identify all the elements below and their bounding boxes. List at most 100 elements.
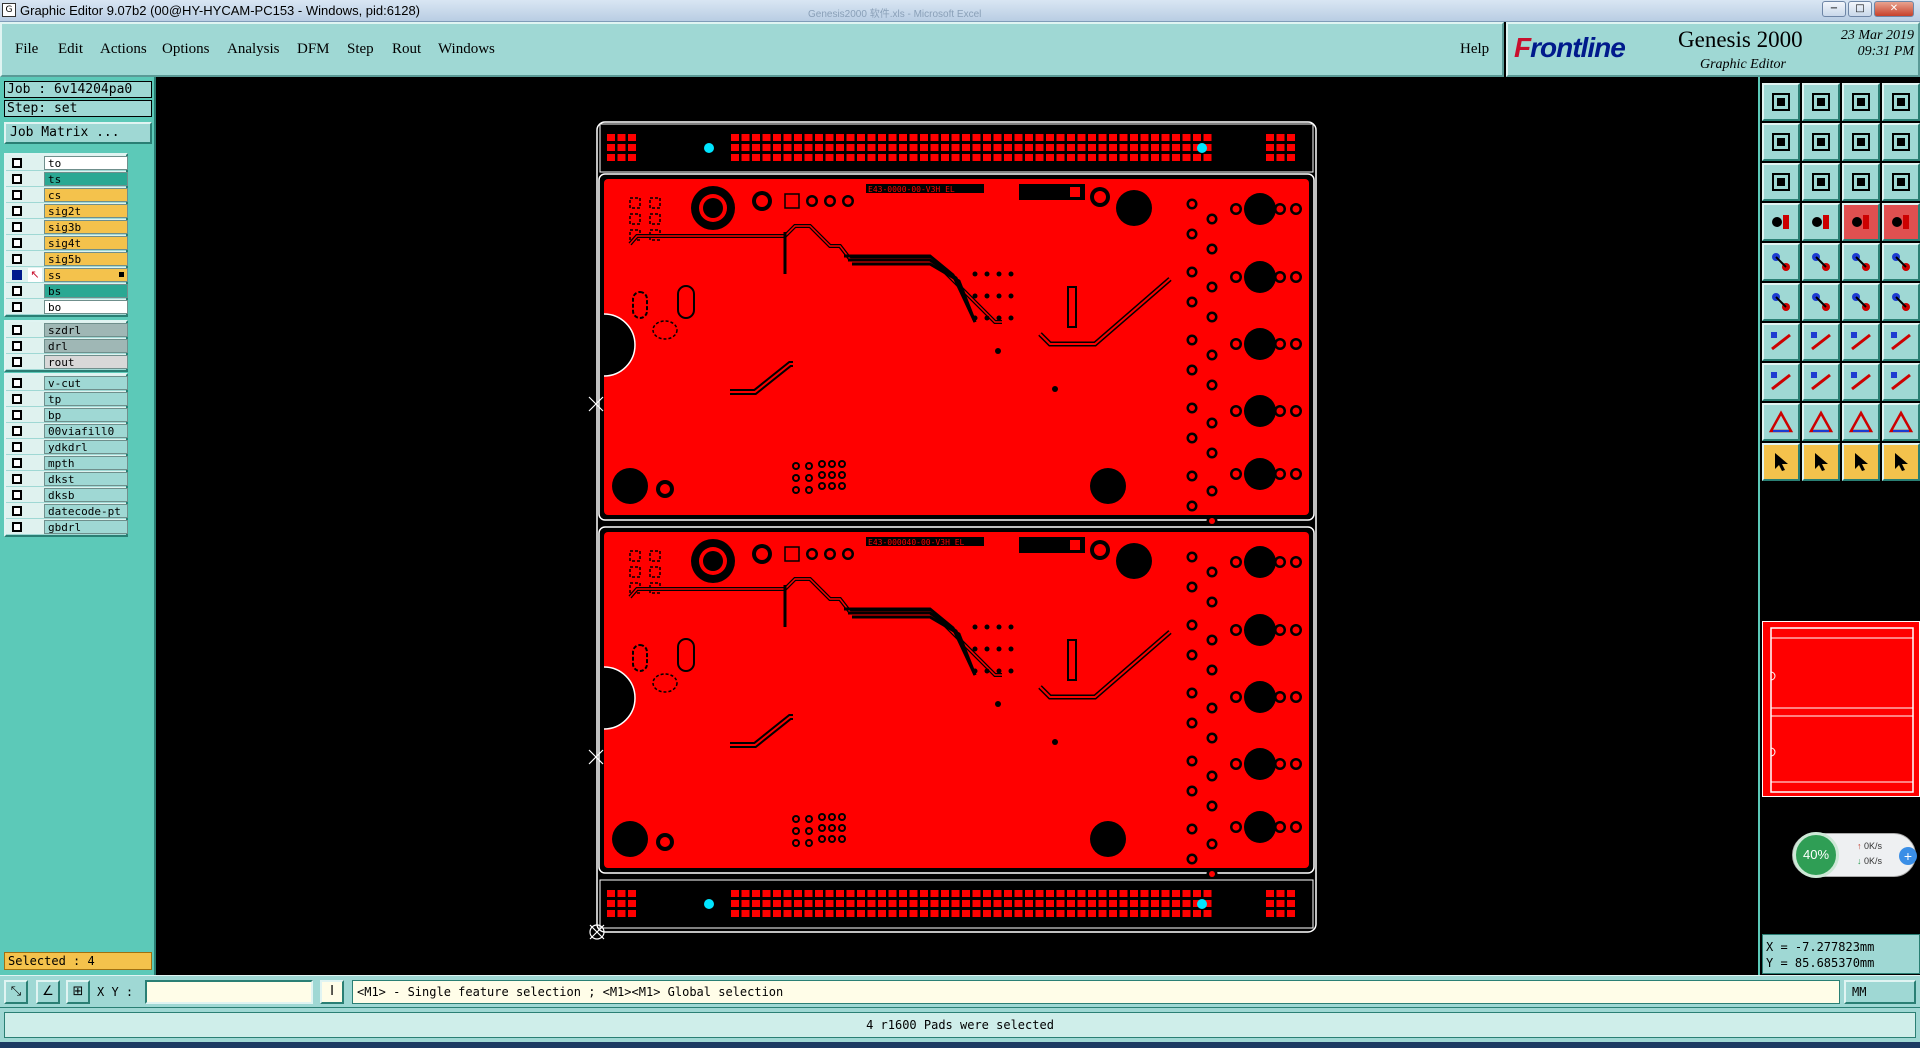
- layer-row-ts[interactable]: ts: [6, 171, 128, 187]
- menu-help[interactable]: Help: [1460, 41, 1489, 58]
- layer-checkbox[interactable]: [12, 286, 22, 296]
- layer-row-bp[interactable]: bp: [6, 407, 128, 423]
- menu-windows[interactable]: Windows: [438, 41, 495, 58]
- layer-row-drl[interactable]: drl: [6, 338, 128, 354]
- help-icon[interactable]: [1882, 163, 1920, 201]
- layer-row-v-cut[interactable]: v-cut: [6, 375, 128, 391]
- cursor2-icon[interactable]: [1802, 443, 1840, 481]
- layer-checkbox[interactable]: [12, 490, 22, 500]
- close-button[interactable]: ✕: [1874, 1, 1914, 17]
- menu-edit[interactable]: Edit: [58, 41, 83, 58]
- step-in-icon[interactable]: [1762, 123, 1800, 161]
- layer-name[interactable]: cs: [44, 188, 128, 202]
- layer-name[interactable]: drl: [44, 339, 128, 353]
- cursor4-icon[interactable]: [1882, 443, 1920, 481]
- connect-icon[interactable]: [1762, 283, 1800, 321]
- layer-row-ss[interactable]: ↖ ss: [6, 267, 128, 283]
- layer-name[interactable]: ss: [44, 268, 128, 282]
- layer-checkbox[interactable]: [12, 410, 22, 420]
- cursor-icon[interactable]: [1762, 443, 1800, 481]
- pcb-panel-view[interactable]: E43-0000-00-V3H EL E43-000040-00-V3H EL: [156, 77, 1758, 975]
- layer-checkbox[interactable]: [12, 222, 22, 232]
- menu-options[interactable]: Options: [162, 41, 210, 58]
- layer-row-cs[interactable]: cs: [6, 187, 128, 203]
- poly3-icon[interactable]: [1842, 403, 1880, 441]
- layer-name[interactable]: dksb: [44, 488, 128, 502]
- layer-name[interactable]: v-cut: [44, 376, 128, 390]
- step-out-icon[interactable]: [1802, 123, 1840, 161]
- units-selector[interactable]: MM: [1844, 980, 1916, 1004]
- layers-red-icon[interactable]: [1842, 203, 1880, 241]
- layer-row-dkst[interactable]: dkst: [6, 471, 128, 487]
- info-icon[interactable]: I: [320, 980, 344, 1004]
- menu-actions[interactable]: Actions: [100, 41, 147, 58]
- layers-red2-icon[interactable]: [1882, 203, 1920, 241]
- layer-checkbox[interactable]: [12, 254, 22, 264]
- layer-row-sig4t[interactable]: sig4t: [6, 235, 128, 251]
- layer-name[interactable]: rout: [44, 355, 128, 369]
- layer-name[interactable]: sig5b: [44, 252, 128, 266]
- layer-row-gbdrl[interactable]: gbdrl: [6, 519, 128, 535]
- layer-row-szdrl[interactable]: szdrl: [6, 322, 128, 338]
- layer-row-sig2t[interactable]: sig2t: [6, 203, 128, 219]
- layer-checkbox[interactable]: [12, 341, 22, 351]
- add-shape-icon[interactable]: [1802, 243, 1840, 281]
- layer-checkbox[interactable]: [12, 378, 22, 388]
- fit-icon[interactable]: [1762, 163, 1800, 201]
- layer-checkbox[interactable]: [12, 174, 22, 184]
- arc-icon[interactable]: [1842, 323, 1880, 361]
- layer-row-datecode-pt[interactable]: datecode-pt: [6, 503, 128, 519]
- network-plus-icon[interactable]: +: [1899, 847, 1917, 865]
- poly1-icon[interactable]: [1762, 403, 1800, 441]
- copy-icon[interactable]: [1762, 363, 1800, 401]
- layer-row-sig3b[interactable]: sig3b: [6, 219, 128, 235]
- redraw-icon[interactable]: [1882, 123, 1920, 161]
- layer-row-dksb[interactable]: dksb: [6, 487, 128, 503]
- layer-name[interactable]: bs: [44, 284, 128, 298]
- layer-name[interactable]: bo: [44, 300, 128, 314]
- layer-name[interactable]: gbdrl: [44, 520, 128, 534]
- grid-icon[interactable]: ⊞: [66, 980, 90, 1004]
- layer-name[interactable]: bp: [44, 408, 128, 422]
- move-icon[interactable]: [1842, 283, 1880, 321]
- layer-checkbox[interactable]: [12, 302, 22, 312]
- layer-checkbox[interactable]: [12, 190, 22, 200]
- menu-dfm[interactable]: DFM: [297, 41, 330, 58]
- select-icon[interactable]: [1882, 283, 1920, 321]
- delete-icon[interactable]: [1802, 283, 1840, 321]
- menu-analysis[interactable]: Analysis: [227, 41, 280, 58]
- layer-checkbox[interactable]: [12, 458, 22, 468]
- graphic-canvas[interactable]: E43-0000-00-V3H EL E43-000040-00-V3H EL: [156, 77, 1758, 975]
- layer-checkbox[interactable]: [12, 325, 22, 335]
- layer-props-icon[interactable]: [1762, 203, 1800, 241]
- layer-name[interactable]: dkst: [44, 472, 128, 486]
- measure-icon[interactable]: [1842, 363, 1880, 401]
- menu-file[interactable]: File: [15, 41, 38, 58]
- layer-checkbox[interactable]: [12, 206, 22, 216]
- menu-step[interactable]: Step: [347, 41, 374, 58]
- layer-row-rout[interactable]: rout: [6, 354, 128, 370]
- layer-checkbox[interactable]: [12, 158, 22, 168]
- layer-checkbox[interactable]: [12, 357, 22, 367]
- layer-row-ydkdrl[interactable]: ydkdrl: [6, 439, 128, 455]
- poly4-icon[interactable]: [1882, 403, 1920, 441]
- snap-icon[interactable]: [1802, 203, 1840, 241]
- layer-checkbox[interactable]: [12, 522, 22, 532]
- layer-name[interactable]: to: [44, 156, 128, 170]
- ruler-icon[interactable]: [1842, 243, 1880, 281]
- layer-row-00viafill0[interactable]: 00viafill0: [6, 423, 128, 439]
- layer-checkbox[interactable]: [12, 394, 22, 404]
- layer-row-to[interactable]: to: [6, 155, 128, 171]
- layer-name[interactable]: szdrl: [44, 323, 128, 337]
- zoom-area-icon[interactable]: ⤡: [4, 980, 28, 1004]
- layer-row-bo[interactable]: bo: [6, 299, 128, 315]
- poly2-icon[interactable]: [1802, 403, 1840, 441]
- layer-name[interactable]: sig2t: [44, 204, 128, 218]
- scale-icon[interactable]: [1842, 163, 1880, 201]
- layer-name[interactable]: 00viafill0: [44, 424, 128, 438]
- line-icon[interactable]: [1762, 323, 1800, 361]
- add-pad-icon[interactable]: [1762, 243, 1800, 281]
- layer-row-tp[interactable]: tp: [6, 391, 128, 407]
- xy-input[interactable]: [145, 980, 313, 1004]
- center-icon[interactable]: [1802, 163, 1840, 201]
